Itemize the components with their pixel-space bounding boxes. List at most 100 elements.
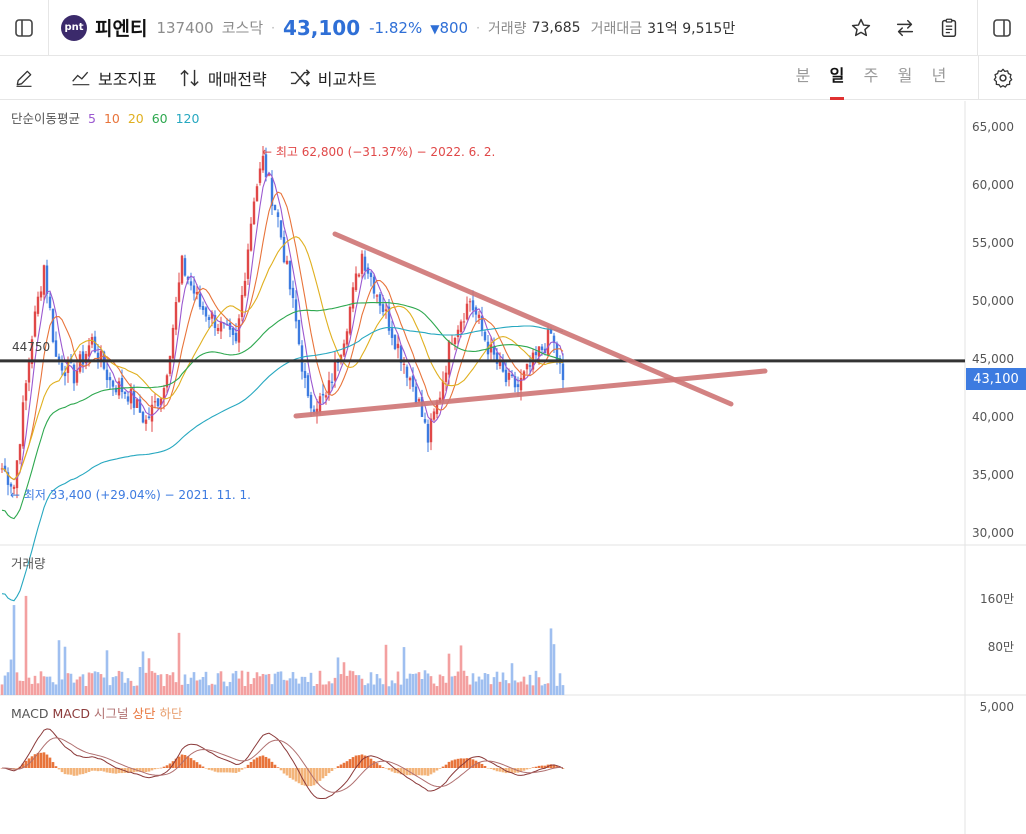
candle-body [120,377,124,393]
macd-histogram-bar [441,766,445,768]
macd-histogram-bar [51,762,55,768]
ma-period-5: 5 [88,111,96,126]
candle-body [291,287,295,299]
volume-bar [333,677,337,695]
price-tick: 55,000 [972,236,1014,250]
candle-body [540,346,544,350]
macd-histogram-bar [342,762,346,768]
volume-bar [120,671,124,695]
volume-bar [234,670,238,695]
macd-histogram-bar [330,768,334,771]
macd-histogram-bar [234,768,238,774]
macd-histogram-bar [321,768,325,779]
candle-body [309,394,313,409]
macd-histogram-bar [270,761,274,768]
volume-bar [69,673,73,695]
macd-histogram-bar [210,768,214,771]
macd-histogram-bar [72,768,76,776]
volume-bar [258,676,262,695]
candle-body [303,371,307,378]
candle-body [60,363,64,371]
candle-body [528,365,532,367]
candle-body [444,372,448,382]
candle-body [555,343,559,360]
macd-histogram-bar [420,768,424,776]
candle-body [534,351,538,356]
volume-bar [177,632,181,695]
candle-body [255,186,259,202]
macd-histogram-bar [102,768,106,772]
candle-body [18,444,22,461]
candle-body [141,411,145,423]
volume-bar [288,678,292,695]
candle-body [231,327,235,336]
candle-body [27,361,31,383]
volume-bar [510,663,514,695]
macd-histogram-bar [237,768,241,772]
volume-bar [306,681,310,695]
macd-histogram-bar [183,754,187,768]
volume-bar [552,644,556,695]
volume-bar [57,640,61,695]
candle-body [354,273,358,291]
candle-body [147,416,151,419]
macd-histogram-bar [90,768,94,771]
candle-body [429,418,433,443]
macd-histogram-bar [390,768,394,772]
macd-item: 시그널 [93,706,129,721]
candle-body [345,331,349,345]
volume-bar [279,671,283,695]
macd-histogram-bar [294,768,298,782]
volume-bar [156,675,160,695]
volume-bar [396,671,400,695]
volume-bar [150,671,154,695]
volume-bar [24,595,28,695]
macd-histogram-bar [468,758,472,768]
volume-bar [390,680,394,695]
volume-bar [105,650,109,695]
macd-histogram-bar [273,764,277,768]
volume-bar [549,628,553,695]
volume-bar [402,647,406,695]
macd-histogram-bar [189,758,193,768]
macd-histogram-bar [525,768,529,770]
price-tick: 65,000 [972,120,1014,134]
candle-body [204,307,208,317]
volume-bar [201,677,205,695]
volume-bar [330,683,334,695]
volume-bar [246,671,250,695]
macd-histogram-bar [534,766,538,768]
candle-body [504,369,508,383]
volume-bar [132,685,136,695]
candle-body [132,390,136,408]
macd-histogram-bar [216,768,220,773]
candle-body [468,301,472,303]
macd-histogram-bar [39,752,43,768]
macd-histogram-bar [435,768,439,771]
macd-histogram-bar [165,765,169,768]
candle-body [207,317,211,320]
candle-body [441,381,445,400]
volume-bar [90,673,94,695]
macd-histogram-bar [192,760,196,768]
candle-body [462,321,466,323]
volume-bar [315,683,319,695]
macd-histogram-bar [108,768,112,773]
ma-period-120: 120 [175,111,200,126]
candle-body [342,343,346,356]
volume-bar [171,672,175,695]
macd-histogram-bar [198,764,202,768]
macd-histogram-bar [264,756,268,768]
volume-bar [507,683,511,695]
candle-body [426,423,430,443]
candle-body [36,296,40,314]
volume-bar [270,684,274,695]
candle-body [234,332,238,342]
volume-bar [81,674,85,695]
macd-histogram-bar [528,768,532,769]
candle-body [129,388,133,404]
macd-histogram-bar [222,768,226,773]
ma-title: 단순이동평균 [11,111,81,126]
macd-histogram-bar [450,760,454,768]
candle-body [417,399,421,402]
